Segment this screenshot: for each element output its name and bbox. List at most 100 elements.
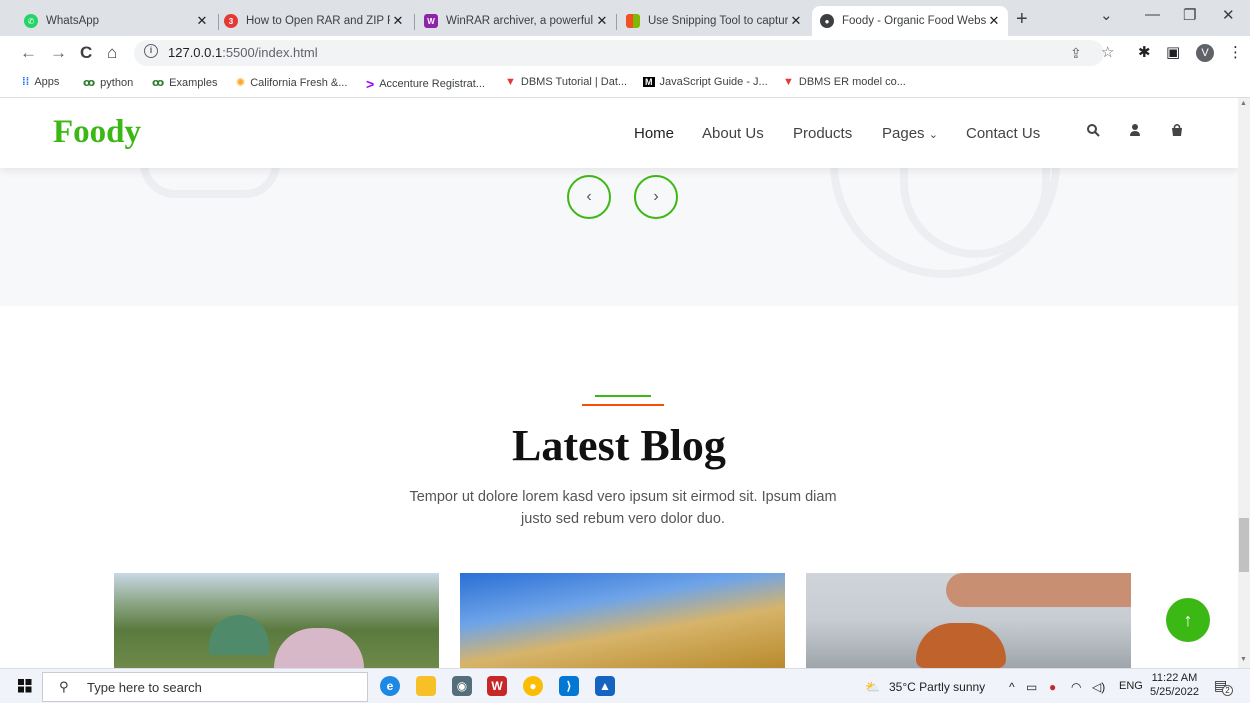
bookmark-apps[interactable]: ⁞⁞ Apps [22,76,59,88]
bookmark-javascript-guide[interactable]: M JavaScript Guide - J... [643,76,768,88]
restore-icon[interactable]: ❐ [1183,6,1196,24]
close-icon[interactable]: ✕ [194,13,210,29]
new-tab-button[interactable]: + [1016,8,1028,31]
vscode-icon[interactable]: ⟩ [559,676,579,696]
back-icon[interactable]: ← [20,43,37,63]
bookmark-label: JavaScript Guide - J... [659,76,768,88]
scrollbar-thumb[interactable] [1239,518,1249,572]
sun-icon: ✺ [236,77,246,89]
reload-icon[interactable]: C [80,43,92,63]
bookmark-examples[interactable]: ꝏ Examples [152,76,217,90]
extensions-icon[interactable]: ✱ [1138,43,1151,61]
bookmark-python[interactable]: ꝏ python [83,76,134,90]
chrome-icon[interactable]: ● [523,676,543,696]
winrar-taskbar-icon[interactable]: W [487,676,507,696]
page-scrollbar[interactable] [1238,98,1250,668]
bookmark-label: Apps [34,76,60,88]
minimize-icon[interactable]: — [1145,6,1160,23]
site-header: Foody Home About Us Products Pages ⌄ Con… [0,98,1238,168]
close-icon[interactable]: ✕ [788,13,804,29]
gfg-icon: ꝏ [152,77,165,89]
clock-time: 11:22 AM [1151,672,1198,684]
brand-logo[interactable]: Foody [53,114,141,151]
clock[interactable]: 11:22 AM 5/25/2022 [1150,671,1199,699]
language-indicator[interactable]: ENG [1119,680,1143,692]
search-icon[interactable] [1086,123,1100,140]
gardener-figure [209,615,269,655]
blog-card-image[interactable] [806,573,1131,668]
volume-icon[interactable]: ◁) [1092,680,1105,694]
tab-winrar[interactable]: W WinRAR archiver, a powerful ✕ [416,6,616,36]
bookmark-label: DBMS ER model co... [798,76,906,88]
back-to-top-button[interactable]: ↑ [1166,598,1210,642]
accenture-icon: > [366,76,375,92]
tab-rar-zip[interactable]: 3 How to Open RAR and ZIP Fi ✕ [216,6,412,36]
bookmark-dbms-er[interactable]: ▼ DBMS ER model co... [783,76,906,88]
microsoft-icon [626,14,640,28]
tray-chevron-icon[interactable]: ^ [1009,680,1015,694]
window-close-icon[interactable]: ✕ [1222,6,1235,24]
carousel-next-button[interactable]: › [634,175,678,219]
share-icon[interactable]: ⇪ [1070,45,1082,62]
bookmark-star-icon[interactable]: ☆ [1101,43,1114,61]
bookmark-accenture[interactable]: > Accenture Registrat... [366,76,485,92]
camera-icon[interactable]: ◉ [452,676,472,696]
blog-card-image[interactable] [114,573,439,668]
notification-count: 2 [1222,685,1233,696]
tab-foody[interactable]: ● Foody - Organic Food Webs ✕ [812,6,1008,36]
close-icon[interactable]: ✕ [390,13,406,29]
shopping-bag-icon[interactable] [1170,123,1184,140]
url-path: :5500/index.html [222,45,318,60]
weather-icon: ⛅ [865,680,880,694]
chevron-down-icon: ⌄ [928,129,938,141]
home-icon[interactable]: ⌂ [107,43,117,63]
bookmark-label: DBMS Tutorial | Dat... [520,76,628,88]
weather-text[interactable]: 35°C Partly sunny [889,680,985,694]
user-icon[interactable] [1128,123,1142,140]
url-text[interactable]: 127.0.0.1:5500/index.html [168,45,318,60]
nav-contact-us[interactable]: Contact Us [966,125,1040,142]
tab-search-icon[interactable]: ⌄ [1100,6,1113,24]
nav-about-us[interactable]: About Us [702,125,764,142]
carousel-prev-button[interactable]: ‹ [567,175,611,219]
forward-icon[interactable]: → [50,43,67,63]
bookmark-california[interactable]: ✺ California Fresh &... [236,76,347,90]
edge-icon[interactable]: e [380,676,400,696]
close-icon[interactable]: ✕ [594,13,610,29]
section-divider-orange [582,404,664,406]
mdn-icon: M [643,77,655,87]
tab-divider [616,14,617,30]
tab-whatsapp[interactable]: ✆ WhatsApp ✕ [16,6,216,36]
scroll-down-arrow-icon[interactable]: ▼ [1240,656,1247,663]
nav-pages[interactable]: Pages ⌄ [882,125,938,142]
bookmark-dbms-tutorial[interactable]: ▼ DBMS Tutorial | Dat... [505,76,627,88]
search-placeholder: Type here to search [87,680,202,695]
file-explorer-icon[interactable] [416,676,436,696]
side-panel-icon[interactable]: ▣ [1166,43,1180,61]
carrot-figure [916,623,1006,668]
whatsapp-icon: ✆ [24,14,38,28]
section-title: Latest Blog [512,421,726,470]
dbms-icon: ▼ [783,76,794,88]
close-icon[interactable]: ✕ [986,13,1002,29]
blog-card-image[interactable] [460,573,785,668]
notifications-icon[interactable]: ▤ 2 [1214,677,1233,696]
taskbar-search[interactable]: ⚲ Type here to search [42,672,368,702]
tab-snipping[interactable]: Use Snipping Tool to capture ✕ [618,6,810,36]
nav-products[interactable]: Products [793,125,852,142]
menu-icon[interactable]: ⋮ [1228,43,1243,61]
photos-icon[interactable]: ▲ [595,676,615,696]
wifi-icon[interactable]: ◠ [1071,680,1081,694]
site-info-icon[interactable]: i [144,44,158,58]
360-icon: 3 [224,14,238,28]
security-icon[interactable]: ● [1049,680,1056,694]
nav-home[interactable]: Home [634,125,674,142]
bookmark-label: python [100,76,134,89]
battery-icon[interactable]: ▭ [1026,680,1037,694]
tab-title: How to Open RAR and ZIP Fi [246,15,390,27]
scroll-up-arrow-icon[interactable]: ▲ [1240,100,1247,107]
windows-start-icon[interactable] [18,679,32,698]
hand-figure [946,573,1131,607]
profile-avatar[interactable]: V [1196,44,1214,62]
url-host: 127.0.0.1 [168,45,223,60]
